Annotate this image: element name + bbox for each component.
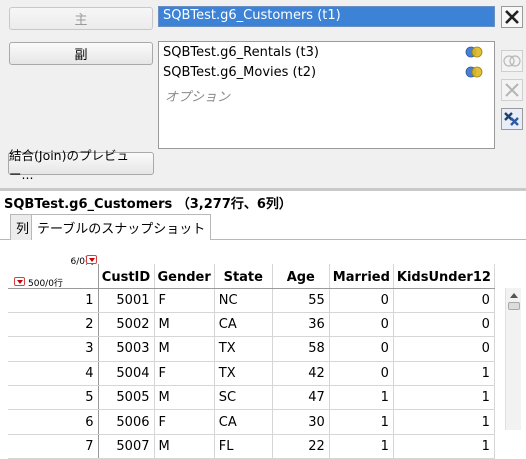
cell-age: 58 [272, 336, 330, 362]
cell-age: 36 [272, 312, 330, 338]
header-row: CustID Gender State Age Married KidsUnde… [8, 264, 495, 289]
cell-kids: 1 [393, 434, 495, 459]
cell-gender: F [154, 288, 215, 313]
scroll-up-icon[interactable] [510, 293, 518, 298]
cell-age: 30 [272, 409, 330, 435]
secondary-table-button[interactable]: 副 [9, 42, 153, 65]
cell-custid: 5005 [98, 385, 155, 411]
secondary-tables-list[interactable]: SQBTest.g6_Rentals (t3) SQBTest.g6_Movie… [158, 41, 495, 149]
cell-age: 42 [272, 361, 330, 387]
scroll-thumb[interactable] [508, 302, 520, 310]
table-row: 3 5003 M TX 58 0 0 [8, 336, 495, 362]
row-number: 4 [8, 361, 99, 387]
column-header[interactable]: KidsUnder12 [393, 264, 495, 289]
cell-gender: M [154, 434, 215, 459]
cell-state: NC [214, 288, 273, 313]
compare-tables-icon [504, 112, 519, 126]
data-grid: 6/0列 500/0行 CustID Gender State Age Marr… [0, 240, 526, 459]
cell-state: SC [214, 385, 273, 411]
cell-custid: 5001 [98, 288, 155, 313]
table-row: 2 5002 M CA 36 0 0 [8, 312, 495, 338]
cell-custid: 5007 [98, 434, 155, 459]
cell-age: 55 [272, 288, 330, 313]
cell-state: FL [214, 434, 273, 459]
tab-table-snapshot[interactable]: テーブルのスナップショット [31, 214, 212, 241]
column-header[interactable]: Gender [154, 264, 215, 289]
cell-kids: 1 [393, 361, 495, 387]
row-number: 1 [8, 288, 99, 313]
remove-secondary-button[interactable] [501, 79, 523, 101]
row-number: 5 [8, 385, 99, 411]
column-header[interactable]: CustID [98, 264, 155, 289]
cell-age: 47 [272, 385, 330, 411]
cell-gender: M [154, 336, 215, 362]
cell-married: 0 [329, 336, 394, 362]
secondary-table-label: SQBTest.g6_Rentals (t3) [163, 45, 319, 60]
cell-gender: F [154, 409, 215, 435]
cell-kids: 1 [393, 385, 495, 411]
row-number: 6 [8, 409, 99, 435]
cell-custid: 5003 [98, 336, 155, 362]
primary-table-button[interactable]: 主 [9, 7, 153, 30]
close-icon [505, 10, 519, 24]
venn-join-icon[interactable] [465, 66, 483, 78]
cell-married: 1 [329, 434, 394, 459]
cell-gender: M [154, 312, 215, 338]
join-preview-button[interactable]: 結合(Join)のプレビュー... [8, 148, 154, 182]
cell-custid: 5006 [98, 409, 155, 435]
primary-table-field[interactable]: SQBTest.g6_Customers (t1) [158, 6, 495, 27]
row-number-header [8, 264, 99, 289]
panel-splitter[interactable] [0, 188, 526, 191]
join-type-button[interactable] [501, 50, 523, 72]
row-number: 7 [8, 434, 99, 459]
secondary-table-item[interactable]: SQBTest.g6_Rentals (t3) [163, 45, 491, 60]
remove-x-icon [505, 83, 519, 97]
cell-kids: 0 [393, 336, 495, 362]
table-row: 5 5005 M SC 47 1 1 [8, 385, 495, 411]
secondary-table-label: SQBTest.g6_Movies (t2) [163, 65, 317, 80]
compare-tables-button[interactable] [501, 108, 523, 130]
clear-primary-button[interactable] [501, 6, 523, 28]
cell-married: 0 [329, 361, 394, 387]
snapshot-tabs: 列 テーブルのスナップショット [0, 214, 526, 241]
cell-custid: 5002 [98, 312, 155, 338]
cell-state: CA [214, 409, 273, 435]
cell-married: 1 [329, 409, 394, 435]
cell-age: 22 [272, 434, 330, 459]
snapshot-title: SQBTest.g6_Customers （3,277行、6列） [4, 197, 292, 212]
cell-custid: 5004 [98, 361, 155, 387]
venn-join-icon [503, 55, 521, 67]
cell-kids: 0 [393, 288, 495, 313]
cell-state: CA [214, 312, 273, 338]
column-header[interactable]: State [214, 264, 273, 289]
row-number: 2 [8, 312, 99, 338]
table-row: 4 5004 F TX 42 0 1 [8, 361, 495, 387]
cell-gender: F [154, 361, 215, 387]
cell-married: 1 [329, 385, 394, 411]
cell-kids: 1 [393, 409, 495, 435]
optional-table-placeholder[interactable]: オプション [165, 86, 230, 105]
column-header[interactable]: Married [329, 264, 394, 289]
secondary-table-item[interactable]: SQBTest.g6_Movies (t2) [163, 65, 491, 80]
vertical-scrollbar[interactable] [505, 288, 521, 430]
cell-state: TX [214, 336, 273, 362]
table-row: 7 5007 M FL 22 1 1 [8, 434, 495, 459]
row-number: 3 [8, 336, 99, 362]
table-row: 6 5006 F CA 30 1 1 [8, 409, 495, 435]
cell-gender: M [154, 385, 215, 411]
column-header[interactable]: Age [272, 264, 330, 289]
columns-menu-icon[interactable] [86, 255, 97, 264]
cell-married: 0 [329, 288, 394, 313]
cell-married: 0 [329, 312, 394, 338]
join-settings-panel: 主 SQBTest.g6_Customers (t1) 副 SQBTest.g6… [0, 0, 526, 188]
venn-join-icon[interactable] [465, 46, 483, 58]
cell-kids: 0 [393, 312, 495, 338]
table-row: 1 5001 F NC 55 0 0 [8, 288, 495, 313]
cell-state: TX [214, 361, 273, 387]
